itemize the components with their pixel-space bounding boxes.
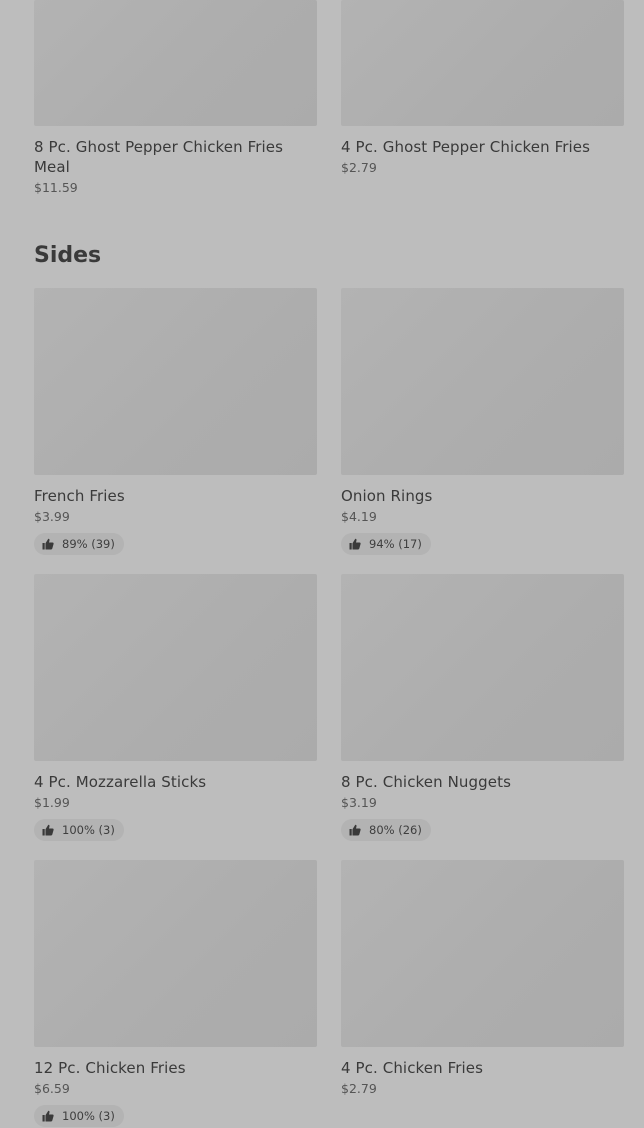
rating-text: 94% (17): [369, 537, 422, 551]
menu-item-name: 12 Pc. Chicken Fries: [34, 1059, 186, 1077]
menu-item-price: $6.59: [34, 1081, 70, 1096]
menu-item-card[interactable]: 4 Pc. Mozzarella Sticks $1.99 100% (3): [34, 574, 317, 841]
menu-item-price: $1.99: [34, 795, 70, 810]
menu-item-card[interactable]: 8 Pc. Ghost Pepper Chicken Fries Meal $1…: [34, 0, 317, 196]
menu-item-price: $2.79: [341, 1081, 377, 1096]
menu-item-name: 8 Pc. Chicken Nuggets: [341, 773, 511, 791]
menu-item-image[interactable]: [34, 0, 317, 126]
rating-text: 80% (26): [369, 823, 422, 837]
menu-item-price: $3.19: [341, 795, 377, 810]
rating-badge: 94% (17): [341, 533, 431, 555]
rating-badge: 80% (26): [341, 819, 431, 841]
menu-item-image[interactable]: [341, 288, 624, 475]
menu-item-image[interactable]: [341, 574, 624, 761]
menu-item-card[interactable]: 4 Pc. Chicken Fries $2.79: [341, 860, 624, 1097]
menu-item-card[interactable]: 12 Pc. Chicken Fries $6.59 100% (3): [34, 860, 317, 1127]
rating-badge: 100% (3): [34, 1105, 124, 1127]
menu-item-price: $11.59: [34, 180, 78, 195]
thumbs-up-icon: [42, 1110, 54, 1122]
menu-item-name: Onion Rings: [341, 487, 433, 505]
thumbs-up-icon: [42, 824, 54, 836]
menu-item-card[interactable]: 4 Pc. Ghost Pepper Chicken Fries $2.79: [341, 0, 624, 176]
thumbs-up-icon: [42, 538, 54, 550]
menu-item-name: French Fries: [34, 487, 125, 505]
menu-item-card[interactable]: French Fries $3.99 89% (39): [34, 288, 317, 555]
menu-item-card[interactable]: 8 Pc. Chicken Nuggets $3.19 80% (26): [341, 574, 624, 841]
menu-item-image[interactable]: [341, 860, 624, 1047]
rating-badge: 100% (3): [34, 819, 124, 841]
menu-item-name: 4 Pc. Mozzarella Sticks: [34, 773, 207, 791]
menu-item-price: $4.19: [341, 509, 377, 524]
rating-badge: 89% (39): [34, 533, 124, 555]
section-title: Sides: [34, 243, 102, 268]
menu-item-price: $2.79: [341, 160, 377, 175]
menu-item-price: $3.99: [34, 509, 70, 524]
menu-item-image[interactable]: [34, 574, 317, 761]
thumbs-up-icon: [349, 538, 361, 550]
menu-item-name: 8 Pc. Ghost Pepper Chicken Fries Meal: [34, 138, 284, 176]
menu-item-name: 4 Pc. Chicken Fries: [341, 1059, 484, 1077]
rating-text: 100% (3): [62, 823, 115, 837]
menu-item-card[interactable]: Onion Rings $4.19 94% (17): [341, 288, 624, 555]
menu-item-image[interactable]: [34, 288, 317, 475]
menu-item-name: 4 Pc. Ghost Pepper Chicken Fries: [341, 138, 591, 156]
thumbs-up-icon: [349, 824, 361, 836]
menu-page: 8 Pc. Ghost Pepper Chicken Fries Meal $1…: [0, 0, 644, 1128]
menu-item-image[interactable]: [341, 0, 624, 126]
menu-item-image[interactable]: [34, 860, 317, 1047]
rating-text: 89% (39): [62, 537, 115, 551]
rating-text: 100% (3): [62, 1109, 115, 1123]
